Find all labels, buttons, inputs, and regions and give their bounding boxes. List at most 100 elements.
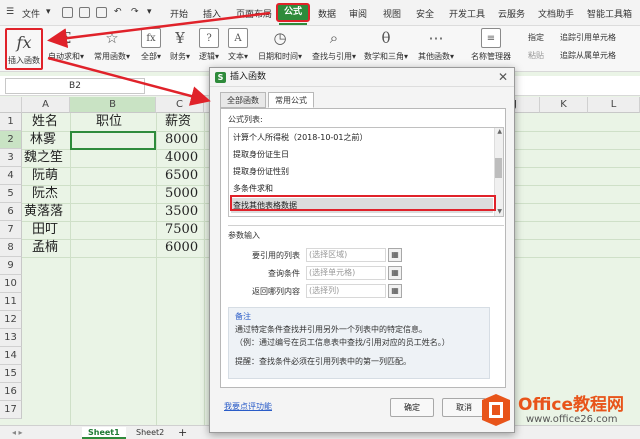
text-button[interactable]: A 文本▾ bbox=[228, 28, 248, 62]
list-item[interactable]: 多条件求和 bbox=[231, 181, 493, 196]
select-cell-icon[interactable]: ▦ bbox=[388, 266, 402, 280]
ok-button[interactable]: 确定 bbox=[390, 398, 434, 417]
tab-home[interactable]: 开始 bbox=[170, 7, 188, 20]
redo-icon[interactable]: ↷ bbox=[131, 7, 139, 17]
cell-a7[interactable]: 田叮 bbox=[32, 221, 58, 239]
list-item[interactable]: 计算个人所得税（2018-10-01之前） bbox=[231, 130, 493, 145]
cell-c5[interactable]: 5000 bbox=[165, 185, 198, 203]
cell-a2[interactable]: 林雾 bbox=[30, 131, 56, 149]
cell-a4[interactable]: 阮萌 bbox=[32, 167, 58, 185]
tab-data[interactable]: 数据 bbox=[318, 7, 336, 20]
row-header[interactable]: 5 bbox=[0, 185, 22, 203]
datetime-button[interactable]: ◷ 日期和时间▾ bbox=[258, 28, 302, 62]
row-header[interactable]: 12 bbox=[0, 311, 22, 329]
cell-a5[interactable]: 阮杰 bbox=[32, 185, 58, 203]
param-input-range[interactable]: (选择区域) bbox=[306, 248, 386, 262]
row-header[interactable]: 10 bbox=[0, 275, 22, 293]
insert-function-button[interactable]: fx 插入函数 bbox=[5, 28, 43, 70]
column-header[interactable]: C bbox=[156, 97, 204, 113]
math-button[interactable]: θ 数学和三角▾ bbox=[364, 28, 408, 62]
logic-button[interactable]: ? 逻辑▾ bbox=[199, 28, 219, 62]
row-header[interactable]: 14 bbox=[0, 347, 22, 365]
active-cell-b2[interactable] bbox=[70, 131, 156, 150]
cell-c4[interactable]: 6500 bbox=[165, 167, 198, 185]
row-header[interactable]: 2 bbox=[0, 131, 22, 149]
column-header[interactable]: K bbox=[540, 97, 588, 113]
finance-button[interactable]: ¥ 财务▾ bbox=[170, 28, 190, 62]
tab-developer[interactable]: 开发工具 bbox=[449, 7, 485, 20]
name-box[interactable]: B2 bbox=[5, 78, 145, 94]
cell-c3[interactable]: 4000 bbox=[165, 149, 198, 167]
sheet-tab-sheet2[interactable]: Sheet2 bbox=[130, 427, 170, 439]
tab-formulas[interactable]: 公式 bbox=[276, 3, 310, 22]
cell-c8[interactable]: 6000 bbox=[165, 239, 198, 257]
cell-b1[interactable]: 职位 bbox=[96, 113, 122, 131]
row-header[interactable]: 6 bbox=[0, 203, 22, 221]
specify-button[interactable]: 指定 bbox=[528, 32, 544, 43]
add-sheet-button[interactable]: + bbox=[172, 427, 193, 439]
scroll-up-icon[interactable]: ▲ bbox=[497, 128, 502, 135]
chevron-down-icon[interactable]: ▾ bbox=[147, 7, 152, 17]
tab-review[interactable]: 审阅 bbox=[349, 7, 367, 20]
row-header[interactable]: 11 bbox=[0, 293, 22, 311]
column-header[interactable]: B bbox=[70, 97, 156, 113]
cell-c6[interactable]: 3500 bbox=[165, 203, 198, 221]
row-header[interactable]: 8 bbox=[0, 239, 22, 257]
row-header[interactable]: 17 bbox=[0, 401, 22, 419]
row-header[interactable]: 1 bbox=[0, 113, 22, 131]
feedback-link[interactable]: 我要点评功能 bbox=[224, 401, 272, 412]
row-header[interactable]: 15 bbox=[0, 365, 22, 383]
cell-a1[interactable]: 姓名 bbox=[32, 113, 58, 131]
select-column-icon[interactable]: ▦ bbox=[388, 284, 402, 298]
name-manager-button[interactable]: ≡ 名称管理器 bbox=[471, 28, 511, 62]
param-input-return-column[interactable]: (选择列) bbox=[306, 284, 386, 298]
row-header[interactable]: 9 bbox=[0, 257, 22, 275]
tab-view[interactable]: 视图 bbox=[383, 7, 401, 20]
close-icon[interactable]: ✕ bbox=[498, 70, 508, 84]
tab-scroll-arrows[interactable]: ◂ ▸ bbox=[6, 427, 29, 439]
menu-file[interactable]: 文件 bbox=[22, 7, 40, 20]
all-functions-button[interactable]: fx 全部▾ bbox=[141, 28, 161, 62]
save-icon[interactable] bbox=[62, 7, 73, 18]
select-all-corner[interactable] bbox=[0, 97, 22, 113]
trace-dependents-button[interactable]: 追踪从属单元格 bbox=[560, 50, 616, 61]
tab-all-functions[interactable]: 全部函数 bbox=[220, 92, 266, 108]
tab-insert[interactable]: 插入 bbox=[203, 7, 221, 20]
tab-smart-toolbox[interactable]: 智能工具箱 bbox=[587, 7, 632, 20]
cell-a6[interactable]: 黄落落 bbox=[24, 203, 63, 221]
lookup-button[interactable]: ⌕ 查找与引用▾ bbox=[312, 28, 356, 62]
common-functions-button[interactable]: ☆ 常用函数▾ bbox=[94, 28, 130, 62]
row-header[interactable]: 7 bbox=[0, 221, 22, 239]
trace-precedents-button[interactable]: 追踪引用单元格 bbox=[560, 32, 616, 43]
scroll-down-icon[interactable]: ▼ bbox=[497, 208, 502, 215]
list-item[interactable]: 提取身份证生日 bbox=[231, 147, 493, 162]
row-header[interactable]: 16 bbox=[0, 383, 22, 401]
autosum-button[interactable]: Σ 自动求和▾ bbox=[48, 28, 84, 62]
column-header[interactable]: A bbox=[22, 97, 70, 113]
tab-common-formulas[interactable]: 常用公式 bbox=[268, 92, 314, 108]
tab-security[interactable]: 安全 bbox=[416, 7, 434, 20]
cell-a3[interactable]: 魏之笙 bbox=[24, 149, 63, 167]
tab-page-layout[interactable]: 页面布局 bbox=[236, 7, 272, 20]
param-input-condition[interactable]: (选择单元格) bbox=[306, 266, 386, 280]
row-header[interactable]: 13 bbox=[0, 329, 22, 347]
column-header[interactable]: L bbox=[588, 97, 640, 113]
cell-c7[interactable]: 7500 bbox=[165, 221, 198, 239]
other-functions-button[interactable]: ⋯ 其他函数▾ bbox=[418, 28, 454, 62]
scrollbar-thumb[interactable] bbox=[495, 158, 502, 178]
row-header[interactable]: 3 bbox=[0, 149, 22, 167]
menu-icon[interactable]: ☰ bbox=[6, 7, 14, 17]
undo-icon[interactable]: ↶ bbox=[114, 7, 122, 17]
list-item[interactable]: 提取身份证性别 bbox=[231, 164, 493, 179]
tab-cloud[interactable]: 云服务 bbox=[498, 7, 525, 20]
sheet-tab-sheet1[interactable]: Sheet1 bbox=[82, 427, 126, 439]
select-range-icon[interactable]: ▦ bbox=[388, 248, 402, 262]
row-header[interactable]: 4 bbox=[0, 167, 22, 185]
paste-button[interactable]: 粘贴 bbox=[528, 50, 544, 61]
chevron-down-icon[interactable]: ▾ bbox=[46, 7, 51, 17]
cell-c2[interactable]: 8000 bbox=[165, 131, 198, 149]
cell-c1[interactable]: 薪资 bbox=[165, 113, 191, 131]
tab-doc-assistant[interactable]: 文档助手 bbox=[538, 7, 574, 20]
print-icon[interactable] bbox=[79, 7, 90, 18]
cell-a8[interactable]: 孟楠 bbox=[32, 239, 58, 257]
